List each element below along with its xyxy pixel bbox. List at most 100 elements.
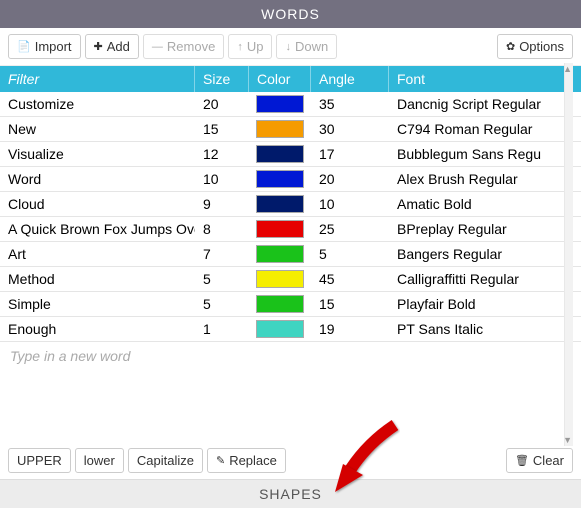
color-swatch[interactable] [256,245,304,263]
color-swatch[interactable] [256,120,304,138]
cell-word[interactable]: Word [0,167,195,191]
color-swatch[interactable] [256,270,304,288]
capitalize-button[interactable]: Capitalize [128,448,203,473]
scroll-up-icon[interactable]: ▲ [563,64,572,74]
cell-size[interactable]: 8 [195,217,249,241]
table-row[interactable]: Word10 20Alex Brush Regular▼ [0,167,581,192]
table-row[interactable]: Cloud9 10Amatic Bold▼ [0,192,581,217]
cell-angle[interactable]: 17 [311,142,389,166]
col-font[interactable]: Font [389,66,581,92]
cell-angle[interactable]: 30 [311,117,389,141]
cell-angle[interactable]: 45 [311,267,389,291]
cell-size[interactable]: 20 [195,92,249,116]
color-swatch[interactable] [256,195,304,213]
cell-word[interactable]: Method [0,267,195,291]
cell-size[interactable]: 10 [195,167,249,191]
color-swatch[interactable] [256,295,304,313]
cell-font[interactable]: Bangers Regular▼ [389,242,581,266]
color-swatch[interactable] [256,320,304,338]
col-size[interactable]: Size [195,66,249,92]
table-row[interactable]: A Quick Brown Fox Jumps Ove8 25BPreplay R… [0,217,581,242]
cell-word[interactable]: Customize [0,92,195,116]
cell-word[interactable]: Simple [0,292,195,316]
down-button[interactable]: ↓Down [276,34,337,59]
cell-angle[interactable]: 20 [311,167,389,191]
cell-color[interactable] [249,217,311,241]
cell-color[interactable] [249,292,311,316]
cell-color[interactable] [249,242,311,266]
color-swatch[interactable] [256,220,304,238]
cell-word[interactable]: Visualize [0,142,195,166]
scroll-down-icon[interactable]: ▼ [563,435,572,445]
cell-color[interactable] [249,167,311,191]
cell-size[interactable]: 15 [195,117,249,141]
shapes-panel-title[interactable]: SHAPES [0,479,581,508]
cell-angle[interactable]: 15 [311,292,389,316]
color-swatch[interactable] [256,145,304,163]
lowercase-button[interactable]: lower [75,448,124,473]
cell-word[interactable]: New [0,117,195,141]
table-row[interactable]: Visualize12 17Bubblegum Sans Regu▼ [0,142,581,167]
cell-word[interactable]: A Quick Brown Fox Jumps Ove [0,217,195,241]
cell-angle[interactable]: 5 [311,242,389,266]
cell-size[interactable]: 1 [195,317,249,341]
color-swatch[interactable] [256,170,304,188]
add-button[interactable]: ✚Add [85,34,139,59]
table-row[interactable]: Enough1 19PT Sans Italic▼ [0,317,581,342]
plus-icon: ✚ [94,40,103,53]
cell-angle[interactable]: 25 [311,217,389,241]
color-swatch[interactable] [256,95,304,113]
options-button[interactable]: ✿Options [497,34,573,59]
cell-font[interactable]: Bubblegum Sans Regu▼ [389,142,581,166]
cell-size[interactable]: 12 [195,142,249,166]
remove-label: Remove [167,39,215,54]
cell-font[interactable]: Amatic Bold▼ [389,192,581,216]
table-row[interactable]: Method5 45Calligraffitti Regular▼ [0,267,581,292]
trash-icon: 🗑 [515,454,529,467]
table-row[interactable]: Simple5 15Playfair Bold▼ [0,292,581,317]
new-word-input[interactable]: Type in a new word [0,342,581,370]
cell-size[interactable]: 5 [195,267,249,291]
font-name: Bangers Regular [397,246,502,262]
cell-font[interactable]: Alex Brush Regular▼ [389,167,581,191]
cell-color[interactable] [249,142,311,166]
cell-size[interactable]: 7 [195,242,249,266]
cell-color[interactable] [249,317,311,341]
cell-word[interactable]: Cloud [0,192,195,216]
table-row[interactable]: Art7 5Bangers Regular▼ [0,242,581,267]
cell-font[interactable]: C794 Roman Regular▼ [389,117,581,141]
cell-angle[interactable]: 19 [311,317,389,341]
cell-word[interactable]: Art [0,242,195,266]
cell-size[interactable]: 9 [195,192,249,216]
import-button[interactable]: 📄Import [8,34,81,59]
cell-color[interactable] [249,92,311,116]
col-angle[interactable]: Angle [311,66,389,92]
font-name: Dancnig Script Regular [397,96,541,112]
scrollbar-track[interactable] [564,63,573,446]
replace-button[interactable]: ✎ Replace [207,448,286,473]
table-row[interactable]: New15 30C794 Roman Regular▼ [0,117,581,142]
cell-word[interactable]: Enough [0,317,195,341]
cell-font[interactable]: PT Sans Italic▼ [389,317,581,341]
gear-icon: ✿ [506,40,515,53]
cell-font[interactable]: Dancnig Script Regular▼ [389,92,581,116]
col-color[interactable]: Color [249,66,311,92]
table-header: Filter Size Color Angle Font [0,66,581,92]
clear-button[interactable]: 🗑Clear [506,448,573,473]
remove-button[interactable]: —Remove [143,34,224,59]
cell-size[interactable]: 5 [195,292,249,316]
cell-font[interactable]: Calligraffitti Regular▼ [389,267,581,291]
cell-color[interactable] [249,117,311,141]
cell-font[interactable]: Playfair Bold▼ [389,292,581,316]
cell-color[interactable] [249,267,311,291]
cell-font[interactable]: BPreplay Regular▼ [389,217,581,241]
col-filter[interactable]: Filter [0,66,195,92]
cell-color[interactable] [249,192,311,216]
up-button[interactable]: ↑Up [228,34,272,59]
edit-icon: ✎ [216,454,225,467]
table-row[interactable]: Customize20 35Dancnig Script Regular▼ [0,92,581,117]
cell-angle[interactable]: 10 [311,192,389,216]
replace-label: Replace [229,453,277,468]
cell-angle[interactable]: 35 [311,92,389,116]
uppercase-button[interactable]: UPPER [8,448,71,473]
